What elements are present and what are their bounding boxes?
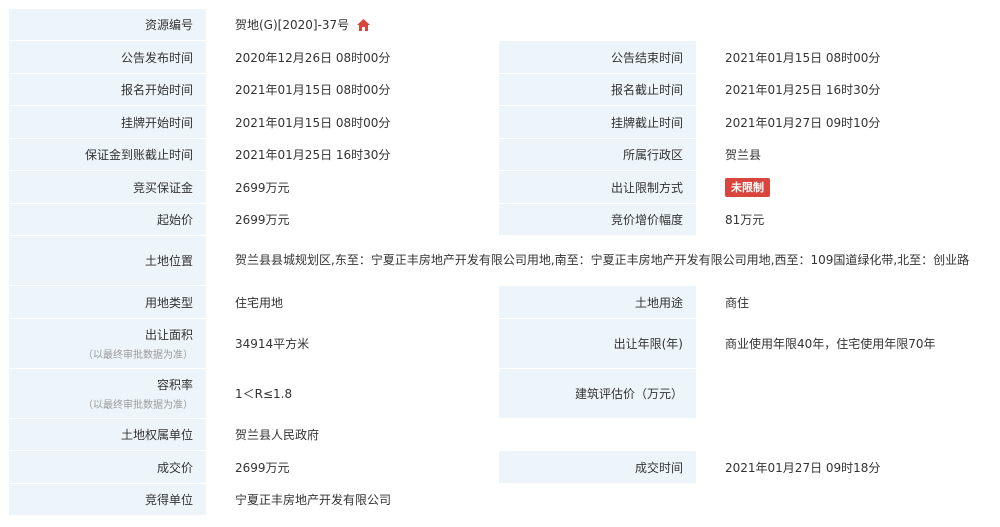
deal-time-label: 成交时间 — [498, 450, 697, 484]
row-resource-no: 资源编号 贺地(G)[2020]-37号 — [8, 8, 994, 41]
far-value: 1＜R≤1.8 — [206, 368, 499, 419]
deposit-deadline-label: 保证金到账截止时间 — [8, 138, 207, 171]
location-value: 贺兰县县城规划区,东至：宁夏正丰房地产开发有限公司用地,南至：宁夏正丰房地产开发… — [205, 235, 994, 286]
restriction-label: 出让限制方式 — [498, 170, 697, 204]
land-type-value: 住宅用地 — [206, 285, 499, 319]
row-winner: 竞得单位 宁夏正丰房地产开发有限公司 — [8, 483, 994, 516]
announce-start-label: 公告发布时间 — [8, 40, 207, 74]
district-value: 贺兰县 — [695, 138, 994, 171]
row-listing: 挂牌开始时间 2021年01月15日 08时00分 挂牌截止时间 2021年01… — [8, 105, 994, 139]
land-use-value: 商住 — [695, 285, 994, 319]
increment-label: 竞价增价幅度 — [498, 203, 697, 236]
term-value: 商业使用年限40年，住宅使用年限70年 — [695, 318, 994, 369]
row-location: 土地位置 贺兰县县城规划区,东至：宁夏正丰房地产开发有限公司用地,南至：宁夏正丰… — [8, 235, 994, 286]
listing-end-value: 2021年01月27日 09时10分 — [695, 105, 994, 139]
owner-value: 贺兰县人民政府 — [205, 418, 994, 451]
land-info-table: 资源编号 贺地(G)[2020]-37号 公告发布时间 2020年12月26日 … — [8, 8, 994, 516]
announce-end-label: 公告结束时间 — [498, 40, 697, 74]
row-deposit: 竞买保证金 2699万元 出让限制方式 未限制 — [8, 170, 994, 204]
row-deposit-deadline: 保证金到账截止时间 2021年01月25日 16时30分 所属行政区 贺兰县 — [8, 138, 994, 171]
area-label: 出让面积 — [144, 328, 193, 342]
listing-end-label: 挂牌截止时间 — [498, 105, 697, 139]
owner-label: 土地权属单位 — [8, 418, 207, 451]
signup-end-label: 报名截止时间 — [498, 73, 697, 106]
restriction-cell: 未限制 — [695, 170, 994, 204]
far-label-cell: 容积率 （以最终审批数据为准） — [8, 368, 207, 419]
row-owner: 土地权属单位 贺兰县人民政府 — [8, 418, 994, 451]
listing-start-label: 挂牌开始时间 — [8, 105, 207, 139]
land-use-label: 土地用途 — [498, 285, 697, 319]
resource-no-value: 贺地(G)[2020]-37号 — [235, 17, 350, 32]
announce-start-value: 2020年12月26日 08时00分 — [206, 40, 499, 74]
signup-end-value: 2021年01月25日 16时30分 — [695, 73, 994, 106]
area-value: 34914平方米 — [206, 318, 499, 369]
row-signup: 报名开始时间 2021年01月15日 08时00分 报名截止时间 2021年01… — [8, 73, 994, 106]
start-price-label: 起始价 — [8, 203, 207, 236]
signup-start-label: 报名开始时间 — [8, 73, 207, 106]
row-far: 容积率 （以最终审批数据为准） 1＜R≤1.8 建筑评估价（万元） — [8, 368, 994, 419]
restriction-badge: 未限制 — [725, 177, 770, 197]
area-note: （以最终审批数据为准） — [83, 350, 193, 361]
row-deal: 成交价 2699万元 成交时间 2021年01月27日 09时18分 — [8, 450, 994, 484]
district-label: 所属行政区 — [498, 138, 697, 171]
row-announce: 公告发布时间 2020年12月26日 08时00分 公告结束时间 2021年01… — [8, 40, 994, 74]
deal-price-value: 2699万元 — [206, 450, 499, 484]
term-label: 出让年限(年) — [498, 318, 697, 369]
row-area: 出让面积 （以最终审批数据为准） 34914平方米 出让年限(年) 商业使用年限… — [8, 318, 994, 369]
area-label-cell: 出让面积 （以最终审批数据为准） — [8, 318, 207, 369]
location-label: 土地位置 — [8, 235, 207, 286]
far-label: 容积率 — [156, 378, 193, 392]
announce-end-value: 2021年01月15日 08时00分 — [695, 40, 994, 74]
winner-value: 宁夏正丰房地产开发有限公司 — [205, 483, 994, 516]
increment-value: 81万元 — [695, 203, 994, 236]
row-land-type: 用地类型 住宅用地 土地用途 商住 — [8, 285, 994, 319]
deposit-value: 2699万元 — [206, 170, 499, 204]
start-price-value: 2699万元 — [206, 203, 499, 236]
signup-start-value: 2021年01月15日 08时00分 — [206, 73, 499, 106]
row-start-price: 起始价 2699万元 竞价增价幅度 81万元 — [8, 203, 994, 236]
land-type-label: 用地类型 — [8, 285, 207, 319]
building-price-value — [695, 368, 994, 419]
home-icon[interactable] — [357, 18, 371, 34]
deal-time-value: 2021年01月27日 09时18分 — [695, 450, 994, 484]
deposit-label: 竞买保证金 — [8, 170, 207, 204]
far-note: （以最终审批数据为准） — [83, 400, 193, 411]
winner-label: 竞得单位 — [8, 483, 207, 516]
listing-start-value: 2021年01月15日 08时00分 — [206, 105, 499, 139]
resource-no-cell: 贺地(G)[2020]-37号 — [205, 8, 994, 41]
deposit-deadline-value: 2021年01月25日 16时30分 — [206, 138, 499, 171]
deal-price-label: 成交价 — [8, 450, 207, 484]
resource-no-label: 资源编号 — [8, 8, 207, 41]
building-price-label: 建筑评估价（万元） — [498, 368, 697, 419]
